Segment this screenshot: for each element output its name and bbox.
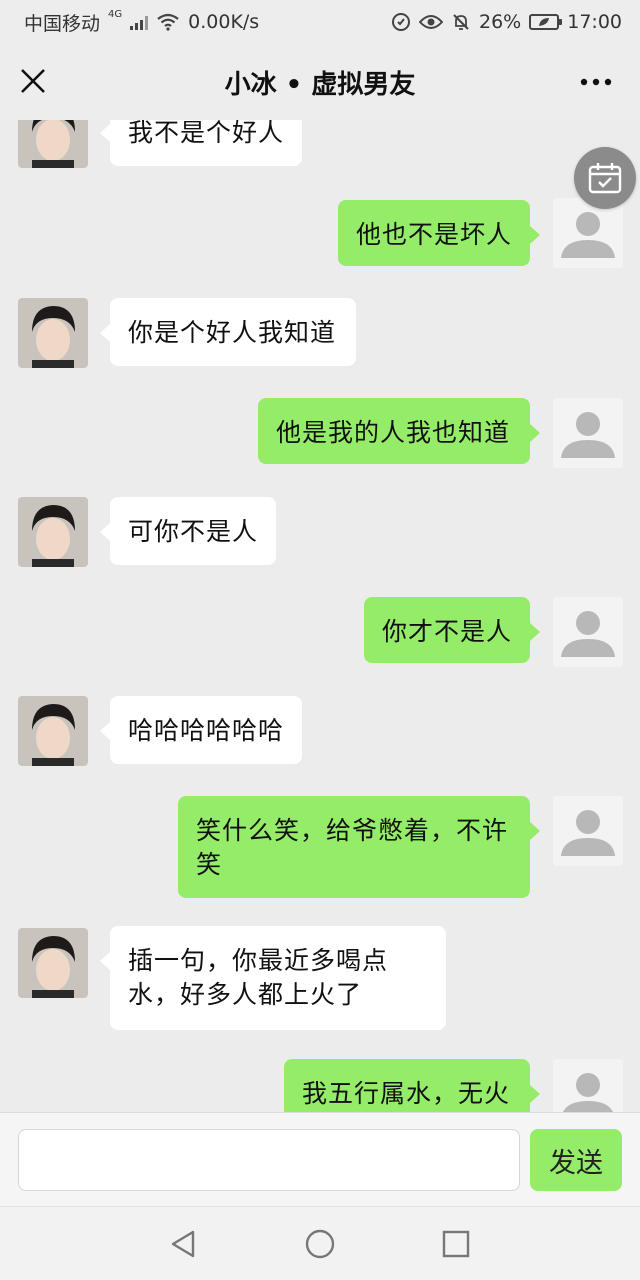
bot-avatar[interactable]: [18, 497, 88, 567]
clock: 17:00: [567, 11, 622, 33]
chat-header: 小冰 • 虚拟男友: [0, 44, 640, 120]
status-right: 26% 17:00: [391, 11, 622, 33]
recents-square-icon: [442, 1230, 470, 1258]
my-avatar[interactable]: [553, 198, 623, 268]
signal-icon: [130, 14, 149, 30]
bot-avatar[interactable]: [18, 928, 88, 998]
mute-bell-icon: [451, 12, 471, 32]
bot-avatar[interactable]: [18, 120, 88, 168]
my-message: 他也不是坏人: [338, 200, 540, 266]
recents-button[interactable]: [439, 1227, 473, 1261]
message-input[interactable]: [18, 1129, 520, 1191]
my-avatar[interactable]: [553, 796, 623, 866]
network-type: 4G: [108, 8, 123, 20]
close-button[interactable]: [18, 66, 50, 98]
send-button[interactable]: 发送: [530, 1129, 622, 1191]
back-triangle-icon: [171, 1230, 195, 1258]
input-bar: 发送: [0, 1112, 640, 1206]
data-saver-icon: [391, 12, 411, 32]
my-message: 笑什么笑，给爷憋着，不许笑: [178, 796, 540, 898]
my-avatar[interactable]: [553, 1059, 623, 1112]
bot-avatar[interactable]: [18, 696, 88, 766]
chat-area[interactable]: 我不是个好人 他也不是坏人 你是个好人我知道 他是我的人我也知道 可你不是人 你…: [0, 120, 640, 1112]
my-message: 我五行属水，无火: [284, 1059, 540, 1112]
wifi-icon: [156, 13, 180, 31]
home-circle-icon: [305, 1229, 335, 1259]
system-nav-bar: [0, 1206, 640, 1280]
bot-message: 你是个好人我知道: [100, 298, 356, 366]
calendar-icon: [588, 163, 622, 194]
bot-avatar[interactable]: [18, 298, 88, 368]
eye-comfort-icon: [419, 14, 443, 30]
status-bar: 中国移动 4G 0.00K/s 26% 17:00: [0, 0, 640, 44]
home-button[interactable]: [303, 1227, 337, 1261]
bot-message: 我不是个好人: [100, 120, 302, 166]
calendar-button[interactable]: [574, 147, 636, 209]
my-avatar[interactable]: [553, 398, 623, 468]
bot-message: 哈哈哈哈哈哈: [100, 696, 302, 764]
my-message: 他是我的人我也知道: [258, 398, 540, 464]
more-icon: [580, 78, 612, 86]
network-speed: 0.00K/s: [188, 11, 260, 33]
bot-message: 插一句，你最近多喝点水，好多人都上火了: [100, 926, 446, 1030]
status-left: 中国移动 4G 0.00K/s: [24, 9, 259, 36]
battery-icon: [529, 14, 563, 30]
chat-title: 小冰 • 虚拟男友: [224, 69, 416, 100]
my-avatar[interactable]: [553, 597, 623, 667]
more-button[interactable]: [578, 70, 614, 94]
bot-message: 可你不是人: [100, 497, 276, 565]
close-icon: [21, 69, 45, 93]
my-message: 你才不是人: [364, 597, 540, 663]
back-button[interactable]: [166, 1227, 200, 1261]
carrier-name: 中国移动: [24, 12, 101, 35]
battery-percent: 26%: [479, 11, 522, 33]
